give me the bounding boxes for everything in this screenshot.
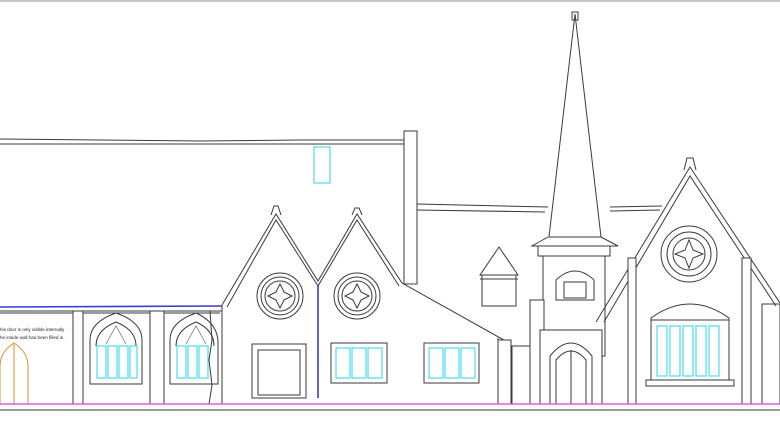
rose-window-gable (660, 225, 718, 283)
square-window (251, 343, 307, 399)
roof-skylight (313, 146, 331, 184)
note-line-1: his door is only visible internally (0, 327, 65, 332)
church-elevation-drawing: his door is only visible internally he i… (0, 0, 780, 421)
middle-roof (416, 203, 663, 213)
rose-window-left (256, 272, 304, 320)
spire (548, 13, 602, 238)
small-dormer (479, 246, 519, 307)
note-line-2: he inside wall has been filled in. (0, 335, 65, 340)
left-wing: his door is only visible internally he i… (0, 305, 223, 405)
main-roof (0, 138, 404, 184)
chimney (403, 130, 418, 285)
gothic-window-left (89, 312, 143, 385)
triple-window-right (423, 342, 480, 384)
mid-buttress (149, 310, 165, 405)
lancet-window (645, 303, 735, 387)
left-buttress (72, 310, 84, 405)
spire-tower (511, 11, 619, 405)
rose-window-right (333, 272, 381, 320)
right-gable (595, 157, 780, 405)
gable-finial (683, 157, 697, 171)
elevation-svg: his door is only visible internally he i… (0, 0, 780, 411)
twin-gables (221, 205, 512, 405)
section-line-top (0, 305, 223, 308)
triple-window-center (330, 342, 388, 384)
